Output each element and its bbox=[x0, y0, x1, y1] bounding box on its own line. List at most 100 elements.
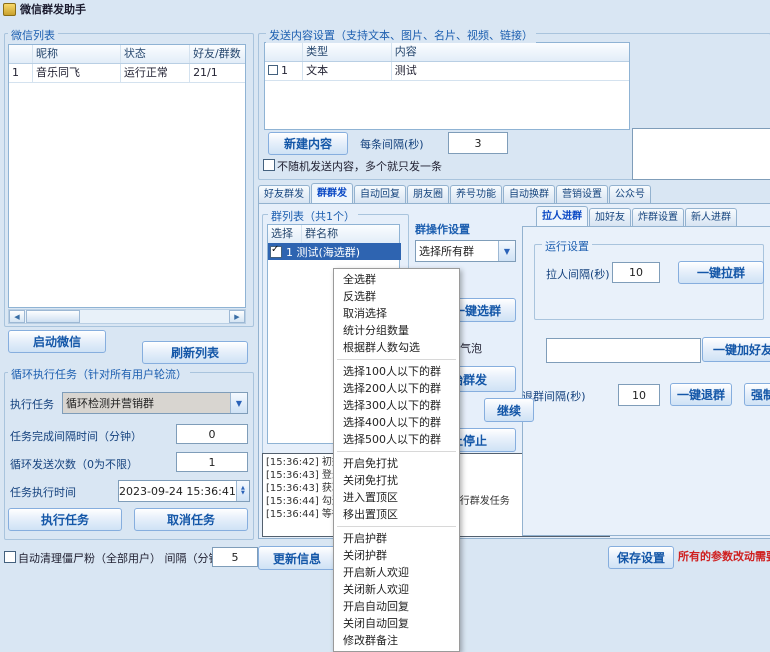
exec-time-picker[interactable]: 2023-09-24 15:36:41 ▲▼ bbox=[118, 480, 250, 502]
scroll-left-icon[interactable]: ◀ bbox=[9, 310, 25, 323]
context-menu-item-8[interactable]: 选择300人以下的群 bbox=[334, 397, 459, 414]
pull-interval-input[interactable]: 10 bbox=[612, 262, 660, 283]
save-settings-button[interactable]: 保存设置 bbox=[608, 546, 674, 569]
accounts-table[interactable]: 昵称状态好友/群数1音乐同飞运行正常21/1 bbox=[8, 44, 246, 308]
loop-count-input[interactable]: 1 bbox=[176, 452, 248, 472]
right-tab-3[interactable]: 新人进群 bbox=[685, 208, 737, 226]
app-window: { "window": { "title": "微信群发助手" }, "left… bbox=[0, 0, 770, 647]
context-menu-item-4[interactable]: 根据群人数勾选 bbox=[334, 339, 459, 356]
group-ops-combo[interactable]: 选择所有群 ▼ bbox=[415, 240, 516, 262]
force-quit-button[interactable]: 强制退群 bbox=[744, 383, 770, 406]
auto-clean-checkbox[interactable] bbox=[4, 551, 16, 563]
context-menu-item-19[interactable]: 开启新人欢迎 bbox=[334, 564, 459, 581]
content-interval-input[interactable]: 3 bbox=[448, 132, 508, 154]
quit-interval-input[interactable]: 10 bbox=[618, 384, 660, 406]
table-row[interactable]: 1文本测试 bbox=[265, 62, 629, 81]
clean-interval-input[interactable]: 5 bbox=[212, 547, 258, 567]
menu-separator bbox=[337, 526, 456, 527]
random-send-label: 不随机发送内容，多个就只发一条 bbox=[277, 158, 442, 174]
main-tab-6[interactable]: 营销设置 bbox=[556, 185, 608, 203]
pull-group-button[interactable]: 一键拉群 bbox=[678, 261, 764, 284]
main-tab-0[interactable]: 好友群发 bbox=[258, 185, 310, 203]
bubble-label: 气泡 bbox=[460, 340, 482, 356]
right-tabstrip[interactable]: 拉人进群加好友炸群设置新人进群 bbox=[536, 207, 738, 226]
context-menu-item-20[interactable]: 关闭新人欢迎 bbox=[334, 581, 459, 598]
task-label: 执行任务 bbox=[10, 396, 54, 412]
context-menu-item-13[interactable]: 关闭免打扰 bbox=[334, 472, 459, 489]
table-header-row: 类型内容 bbox=[265, 43, 629, 62]
table-cell bbox=[9, 45, 33, 63]
context-menu-item-21[interactable]: 开启自动回复 bbox=[334, 598, 459, 615]
group-row-selected[interactable]: 1 测试(海选群) bbox=[268, 243, 401, 260]
table-cell: 类型 bbox=[303, 43, 392, 61]
table-cell: 群名称 bbox=[302, 225, 399, 243]
context-menu-item-7[interactable]: 选择200人以下的群 bbox=[334, 380, 459, 397]
group-checkbox-checked[interactable] bbox=[270, 246, 282, 258]
main-tabstrip[interactable]: 好友群发群群发自动回复朋友圈养号功能自动换群营销设置公众号 bbox=[258, 184, 652, 203]
continue-button[interactable]: 继续 bbox=[484, 398, 534, 422]
friend-input[interactable] bbox=[546, 338, 701, 363]
group-ops-combo-value: 选择所有群 bbox=[416, 243, 498, 259]
refresh-list-button[interactable]: 刷新列表 bbox=[142, 341, 248, 364]
chevron-down-icon[interactable]: ▼ bbox=[498, 241, 515, 261]
context-menu[interactable]: 全选群反选群取消选择统计分组数量根据群人数勾选选择100人以下的群选择200人以… bbox=[333, 268, 460, 652]
spinner-icon[interactable]: ▲▼ bbox=[236, 481, 249, 501]
context-menu-item-15[interactable]: 移出置顶区 bbox=[334, 506, 459, 523]
table-cell: 21/1 bbox=[190, 64, 245, 82]
content-preview-box[interactable] bbox=[632, 128, 770, 180]
task-combo[interactable]: 循环检测并营销群 ▼ bbox=[62, 392, 248, 414]
menu-separator bbox=[337, 451, 456, 452]
run-task-button[interactable]: 执行任务 bbox=[8, 508, 122, 531]
context-menu-item-1[interactable]: 反选群 bbox=[334, 288, 459, 305]
random-send-checkbox[interactable] bbox=[263, 159, 275, 171]
table-row[interactable]: 1音乐同飞运行正常21/1 bbox=[9, 64, 245, 83]
scrollbar-thumb[interactable] bbox=[26, 310, 80, 323]
main-tab-5[interactable]: 自动换群 bbox=[503, 185, 555, 203]
right-tab-1[interactable]: 加好友 bbox=[589, 208, 631, 226]
context-menu-item-23[interactable]: 修改群备注 bbox=[334, 632, 459, 649]
main-tab-4[interactable]: 养号功能 bbox=[450, 185, 502, 203]
table-cell: 测试 bbox=[392, 62, 629, 80]
right-tab-2[interactable]: 炸群设置 bbox=[632, 208, 684, 226]
scroll-right-icon[interactable]: ▶ bbox=[229, 310, 245, 323]
context-menu-item-17[interactable]: 开启护群 bbox=[334, 530, 459, 547]
context-menu-item-22[interactable]: 关闭自动回复 bbox=[334, 615, 459, 632]
context-menu-item-6[interactable]: 选择100人以下的群 bbox=[334, 363, 459, 380]
quit-group-button[interactable]: 一键退群 bbox=[670, 383, 732, 406]
main-tab-3[interactable]: 朋友圈 bbox=[407, 185, 449, 203]
start-wechat-button[interactable]: 启动微信 bbox=[8, 330, 106, 353]
accounts-hscrollbar[interactable]: ◀ ▶ bbox=[8, 309, 246, 324]
context-menu-item-18[interactable]: 关闭护群 bbox=[334, 547, 459, 564]
exec-time-label: 任务执行时间 bbox=[10, 484, 76, 500]
loop-count-label: 循环发送次数（0为不限） bbox=[10, 456, 138, 472]
context-menu-item-12[interactable]: 开启免打扰 bbox=[334, 455, 459, 472]
add-content-button[interactable]: 新建内容 bbox=[268, 132, 348, 155]
content-settings-title: 发送内容设置（支持文本、图片、名片、视频、链接） bbox=[266, 27, 536, 43]
table-cell: 昵称 bbox=[33, 45, 121, 63]
context-menu-item-10[interactable]: 选择500人以下的群 bbox=[334, 431, 459, 448]
finish-interval-input[interactable]: 0 bbox=[176, 424, 248, 444]
context-menu-item-0[interactable]: 全选群 bbox=[334, 271, 459, 288]
chevron-down-icon[interactable]: ▼ bbox=[230, 393, 247, 413]
table-cell: 选择 bbox=[268, 225, 302, 243]
context-menu-item-3[interactable]: 统计分组数量 bbox=[334, 322, 459, 339]
content-table[interactable]: 类型内容1文本测试 bbox=[264, 42, 630, 130]
menu-separator bbox=[337, 359, 456, 360]
context-menu-item-2[interactable]: 取消选择 bbox=[334, 305, 459, 322]
auto-clean-label: 自动清理僵尸粉（全部用户） 间隔（分钟） bbox=[18, 550, 231, 566]
context-menu-item-14[interactable]: 进入置顶区 bbox=[334, 489, 459, 506]
add-friend-button[interactable]: 一键加好友 bbox=[702, 337, 770, 362]
table-cell bbox=[265, 43, 303, 61]
update-info-button[interactable]: 更新信息 bbox=[258, 546, 336, 570]
window-title: 微信群发助手 bbox=[20, 1, 86, 17]
main-tab-1[interactable]: 群群发 bbox=[311, 183, 353, 203]
main-tab-2[interactable]: 自动回复 bbox=[354, 185, 406, 203]
group-row-label: 1 测试(海选群) bbox=[286, 244, 360, 260]
title-bar: 微信群发助手 bbox=[0, 0, 770, 18]
right-tab-0[interactable]: 拉人进群 bbox=[536, 206, 588, 226]
context-menu-item-9[interactable]: 选择400人以下的群 bbox=[334, 414, 459, 431]
group-list-title: 群列表（共1个） bbox=[268, 208, 358, 224]
cancel-task-button[interactable]: 取消任务 bbox=[134, 508, 248, 531]
group-list-header-row: 选择群名称 bbox=[268, 225, 399, 244]
main-tab-7[interactable]: 公众号 bbox=[609, 185, 651, 203]
